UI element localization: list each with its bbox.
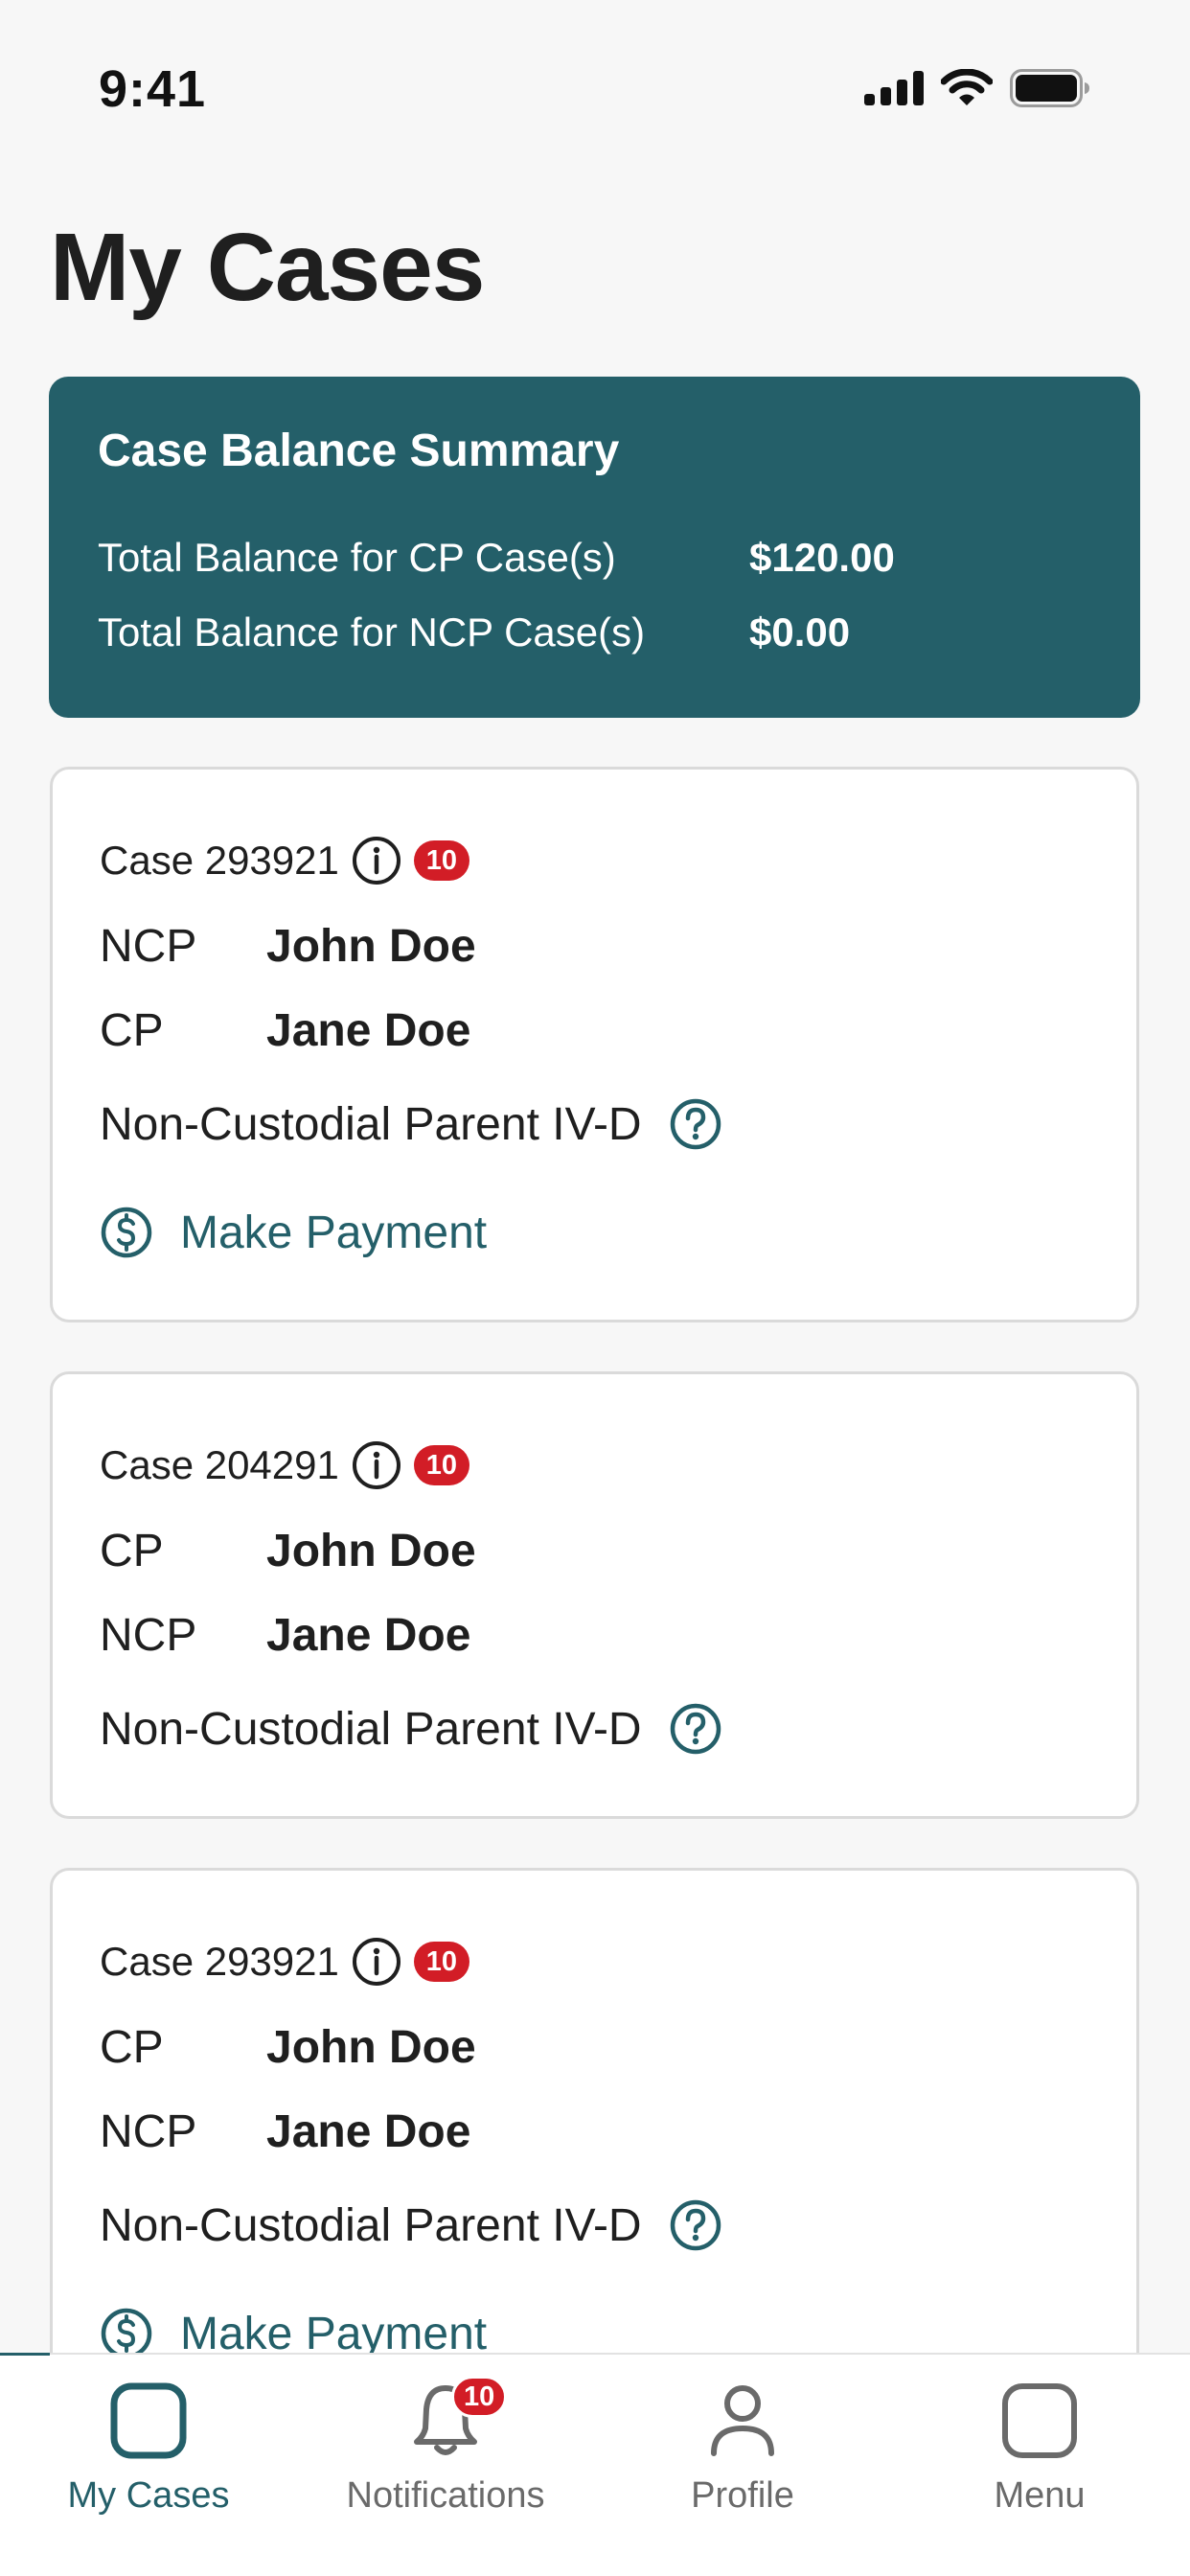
tab-label: Notifications xyxy=(346,2475,545,2516)
party-name: Jane Doe xyxy=(266,1005,471,1056)
info-icon[interactable] xyxy=(351,1439,402,1491)
signal-icon xyxy=(864,71,924,110)
tab-my-cases[interactable]: My Cases xyxy=(0,2355,297,2576)
party-name: Jane Doe xyxy=(266,1610,471,1661)
make-payment-label: Make Payment xyxy=(180,1207,488,1258)
cases-icon xyxy=(110,2378,187,2464)
party-name: John Doe xyxy=(266,1526,476,1576)
case-type-row: Non-Custodial Parent IV-D xyxy=(100,1702,722,1756)
summary-row-label: Total Balance for NCP Case(s) xyxy=(98,610,646,655)
bottom-tab-bar: My Cases 10 Notifications Profile Menu xyxy=(0,2353,1190,2576)
case-header: Case 293921 10 xyxy=(100,835,469,886)
summary-row-label: Total Balance for CP Case(s) xyxy=(98,535,616,580)
notifications-badge: 10 xyxy=(451,2376,508,2418)
party-role: CP xyxy=(100,2022,164,2073)
case-card[interactable]: Case 204291 10 CP John Doe NCP Jane Doe … xyxy=(50,1371,1139,1819)
bell-icon: 10 xyxy=(405,2376,508,2464)
tab-label: Profile xyxy=(691,2475,794,2516)
help-icon[interactable] xyxy=(669,1097,722,1151)
notification-badge: 10 xyxy=(413,1942,469,1982)
party-row: CP John Doe xyxy=(100,1525,476,1577)
case-type-row: Non-Custodial Parent IV-D xyxy=(100,1097,722,1151)
summary-row-cp: Total Balance for CP Case(s) $120.00 xyxy=(98,535,895,581)
case-type-row: Non-Custodial Parent IV-D xyxy=(100,2198,722,2252)
notification-badge: 10 xyxy=(413,840,469,881)
tab-menu[interactable]: Menu xyxy=(891,2355,1188,2576)
info-icon[interactable] xyxy=(351,835,402,886)
battery-icon xyxy=(1010,69,1090,112)
case-header: Case 204291 10 xyxy=(100,1439,469,1491)
party-role: NCP xyxy=(100,921,197,972)
case-number: Case 293921 xyxy=(100,838,339,883)
status-time: 9:41 xyxy=(99,60,207,118)
screen: 9:41 My Cases Case Balance Summary Total… xyxy=(0,0,1190,2576)
case-number: Case 204291 xyxy=(100,1442,339,1487)
menu-icon xyxy=(1001,2378,1078,2464)
party-role: NCP xyxy=(100,2106,197,2157)
case-header: Case 293921 10 xyxy=(100,1936,469,1988)
case-type: Non-Custodial Parent IV-D xyxy=(100,1098,642,1150)
party-name: John Doe xyxy=(266,2022,476,2073)
tab-label: Menu xyxy=(994,2475,1086,2516)
info-icon[interactable] xyxy=(351,1936,402,1988)
tab-profile[interactable]: Profile xyxy=(594,2355,891,2576)
case-type: Non-Custodial Parent IV-D xyxy=(100,1703,642,1755)
case-number: Case 293921 xyxy=(100,1939,339,1984)
make-payment-link[interactable]: Make Payment xyxy=(100,1206,487,1259)
party-row: CP John Doe xyxy=(100,2021,476,2074)
party-row: NCP John Doe xyxy=(100,920,476,973)
case-card[interactable]: Case 293921 10 NCP John Doe CP Jane Doe … xyxy=(50,767,1139,1322)
party-role: CP xyxy=(100,1005,164,1056)
summary-title: Case Balance Summary xyxy=(98,426,620,476)
summary-row-value: $120.00 xyxy=(749,535,895,580)
party-row: NCP Jane Doe xyxy=(100,1609,470,1662)
party-name: John Doe xyxy=(266,921,476,972)
party-name: Jane Doe xyxy=(266,2106,471,2157)
tab-label: My Cases xyxy=(67,2475,230,2516)
help-icon[interactable] xyxy=(669,1702,722,1756)
case-type: Non-Custodial Parent IV-D xyxy=(100,2199,642,2251)
summary-row-ncp: Total Balance for NCP Case(s) $0.00 xyxy=(98,610,850,656)
dollar-circle-icon xyxy=(100,1206,153,1259)
wifi-icon xyxy=(940,68,994,112)
case-balance-summary-card: Case Balance Summary Total Balance for C… xyxy=(49,377,1140,718)
party-row: CP Jane Doe xyxy=(100,1004,470,1057)
status-bar: 9:41 xyxy=(0,0,1190,144)
summary-row-value: $0.00 xyxy=(749,610,851,655)
status-icons xyxy=(864,68,1090,112)
help-icon[interactable] xyxy=(669,2198,722,2252)
party-row: NCP Jane Doe xyxy=(100,2105,470,2158)
profile-icon xyxy=(704,2378,781,2464)
tab-notifications[interactable]: 10 Notifications xyxy=(297,2355,594,2576)
notification-badge: 10 xyxy=(413,1445,469,1485)
party-role: NCP xyxy=(100,1610,197,1661)
party-role: CP xyxy=(100,1526,164,1576)
page-title: My Cases xyxy=(50,214,485,321)
